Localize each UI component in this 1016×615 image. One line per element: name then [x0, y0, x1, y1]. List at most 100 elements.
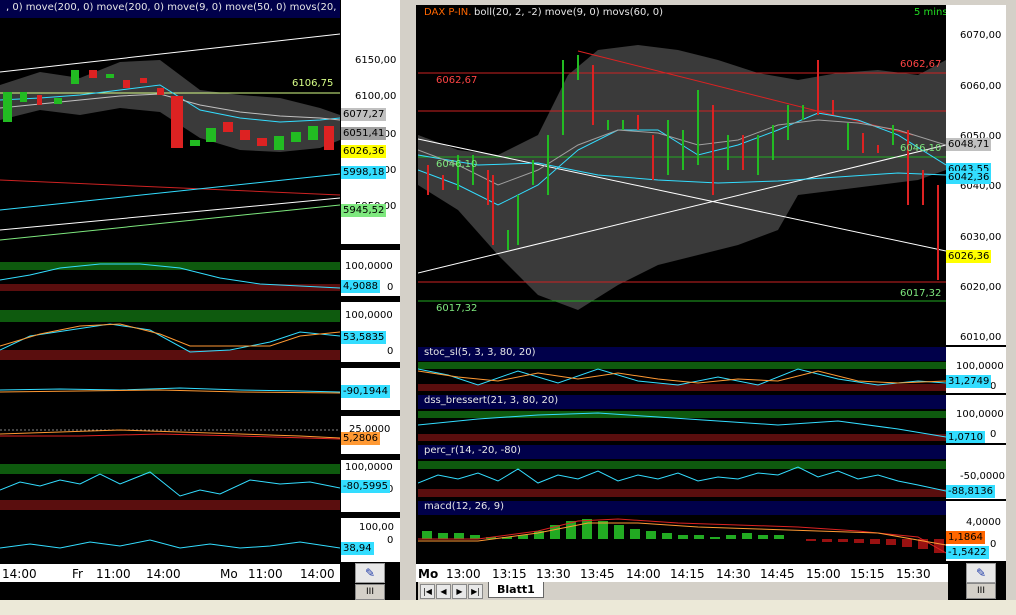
left-price-tag: 6026,36 [341, 145, 387, 158]
right-indicator-dss[interactable]: dss_bressert(21, 3, 80, 20) [418, 395, 946, 443]
indicator-tag: 53,5835 [341, 331, 387, 344]
left-price-tick: 6150,00 [355, 55, 397, 66]
left-level-label: 6106,75 [292, 78, 334, 89]
time-label: 14:00 [2, 567, 37, 581]
right-level-label: 6046,10 [900, 143, 942, 154]
indicator-tick: 0 [990, 429, 997, 440]
time-label: 14:45 [760, 567, 795, 581]
time-label: 14:15 [670, 567, 705, 581]
right-scroll-button[interactable]: III [966, 583, 996, 599]
right-price-plot [418, 45, 946, 310]
left-price-plot [0, 33, 340, 241]
left-indicator-4[interactable] [0, 416, 340, 454]
left-pen-tool-button[interactable]: ✎ [355, 563, 385, 583]
left-price-tag: 5998,18 [341, 166, 387, 179]
right-level-label: 6017,32 [900, 288, 942, 299]
right-price-tick: 6020,00 [960, 282, 1002, 293]
time-label: Fr [72, 567, 83, 581]
left-price-tick: 6100,00 [355, 91, 397, 102]
indicator-tick: 100,0000 [345, 310, 393, 321]
indicator-tag: -1,5422 [946, 546, 989, 559]
indicator-tick: 4,0000 [966, 517, 1001, 528]
left-indicator-1-axis: 100,0000 0 4,9088 [341, 250, 400, 296]
right-level-label: 6062,67 [436, 75, 478, 86]
time-label: 15:30 [896, 567, 931, 581]
right-indicator-percr-axis: -50,0000 -88,8136 [946, 445, 1006, 499]
right-price-tag: 6048,71 [946, 138, 992, 151]
next-sheet-icon[interactable]: ▶ [452, 584, 467, 599]
time-label: Mo [220, 567, 238, 581]
last-sheet-icon[interactable]: ▶| [468, 584, 483, 599]
left-price-tag: 5945,52 [341, 204, 387, 217]
indicator-tag: 1,1864 [946, 531, 985, 544]
time-label: 13:15 [492, 567, 527, 581]
right-indicator-dss-axis: 100,0000 0 1,0710 [946, 395, 1006, 443]
time-label: 14:00 [146, 567, 181, 581]
sheet-tab-blatt1[interactable]: Blatt1 [488, 582, 544, 598]
right-indicator-macd[interactable]: macd(12, 26, 9) [418, 501, 946, 561]
time-label: 14:00 [300, 567, 335, 581]
sheet-tab-bar: |◀ ◀ ▶ ▶| Blatt1 [418, 582, 948, 600]
left-indicator-5[interactable] [0, 460, 340, 512]
right-indicator-stoc[interactable]: stoc_sl(5, 3, 3, 80, 20) [418, 347, 946, 393]
indicator-tag: 38,94 [341, 542, 374, 555]
indicator-tag: 31,2749 [946, 375, 992, 388]
window-divider [400, 0, 416, 615]
time-label: 13:00 [446, 567, 481, 581]
time-label-day: Mo [418, 567, 439, 581]
right-pen-tool-button[interactable]: ✎ [966, 563, 996, 583]
indicator-tick: -50,0000 [960, 471, 1005, 482]
left-indicator-6-axis: 100,00 0 38,94 [341, 518, 400, 562]
indicator-tag: 1,0710 [946, 431, 985, 443]
right-chart-window: DAX P-IN. boll(20, 2, -2) move(9, 0) mov… [416, 5, 1006, 600]
left-indicator-1[interactable] [0, 250, 340, 296]
left-indicator-2[interactable] [0, 302, 340, 362]
time-label: 13:30 [536, 567, 571, 581]
first-sheet-icon[interactable]: |◀ [420, 584, 435, 599]
left-indicator-4-axis: 25,0000 5,2806 [341, 416, 400, 454]
left-price-tag: 6077,27 [341, 108, 387, 121]
left-price-panel[interactable]: , 0) move(200, 0) move(200, 0) move(9, 0… [0, 0, 340, 244]
left-price-axis: 6150,00 6100,00 6050,00 6000,00 5950,00 … [341, 0, 400, 244]
right-price-tick: 6060,00 [960, 81, 1002, 92]
prev-sheet-icon[interactable]: ◀ [436, 584, 451, 599]
left-indicator-3[interactable] [0, 368, 340, 410]
indicator-tick: 100,0000 [956, 361, 1004, 372]
time-label: 11:00 [96, 567, 131, 581]
time-label: 11:00 [248, 567, 283, 581]
right-indicator-percr[interactable]: perc_r(14, -20, -80) [418, 445, 946, 499]
right-time-axis: Mo 13:00 13:15 13:30 13:45 14:00 14:15 1… [416, 564, 948, 582]
left-time-axis: 14:00 Fr 11:00 14:00 Mo 11:00 14:00 [0, 564, 340, 582]
right-level-label: 6046,10 [436, 159, 478, 170]
time-label: 15:15 [850, 567, 885, 581]
time-label: 14:30 [716, 567, 751, 581]
right-indicator-macd-axis: 4,0000 0 1,1864 -1,5422 [946, 501, 1006, 561]
indicator-tick: 0 [387, 346, 394, 357]
left-indicator-2-axis: 100,0000 0 53,5835 [341, 302, 400, 362]
right-price-tick: 6010,00 [960, 332, 1002, 343]
left-price-tag: 6051,41 [341, 127, 387, 140]
indicator-tick: 0 [387, 282, 394, 293]
right-level-label: 6017,32 [436, 303, 478, 314]
left-indicator-6[interactable] [0, 518, 340, 562]
indicator-tick: 0 [990, 539, 997, 550]
indicator-tick: 100,0000 [345, 261, 393, 272]
indicator-tag: -88,8136 [946, 485, 995, 498]
right-price-panel[interactable]: DAX P-IN. boll(20, 2, -2) move(9, 0) mov… [418, 5, 946, 345]
indicator-tick: 100,0000 [956, 409, 1004, 420]
indicator-tag: 5,2806 [341, 432, 380, 445]
right-price-tick: 6030,00 [960, 232, 1002, 243]
right-price-tag: 6042,36 [946, 171, 992, 184]
left-indicator-5-axis: 100,0000 0 -80,5995 [341, 460, 400, 512]
pen-icon: ✎ [364, 566, 376, 580]
left-chart-window: , 0) move(200, 0) move(200, 0) move(9, 0… [0, 0, 400, 600]
left-scroll-button[interactable]: III [355, 584, 385, 600]
indicator-tick: 100,0000 [345, 462, 393, 473]
time-label: 14:00 [626, 567, 661, 581]
time-label: 15:00 [806, 567, 841, 581]
indicator-tag: 4,9088 [341, 280, 380, 293]
bottom-strip [0, 600, 1016, 615]
left-indicator-3-axis: -90,1944 [341, 368, 400, 410]
time-label: 13:45 [580, 567, 615, 581]
pen-icon: ✎ [975, 566, 987, 580]
